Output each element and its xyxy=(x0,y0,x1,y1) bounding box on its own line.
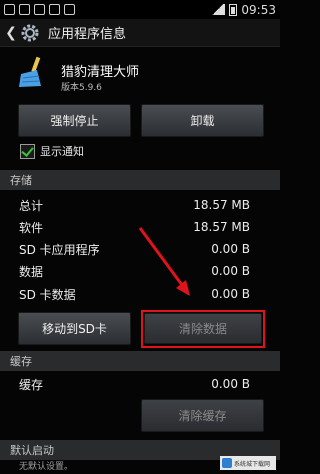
watermark-logo-icon xyxy=(222,458,232,468)
cache-row: 缓存 0.00 B xyxy=(0,373,280,395)
default-launch-subtitle: 无默认设置。 xyxy=(19,462,74,472)
row-value: 0.00 B xyxy=(211,377,250,391)
clear-cache-button[interactable]: 清除缓存 xyxy=(141,399,264,432)
row-label: 缓存 xyxy=(19,377,44,392)
watermark: 系统城下载网 xyxy=(220,456,276,470)
cache-section-header: 缓存 xyxy=(0,351,280,371)
watermark-text: 系统城下载网 xyxy=(234,460,271,468)
